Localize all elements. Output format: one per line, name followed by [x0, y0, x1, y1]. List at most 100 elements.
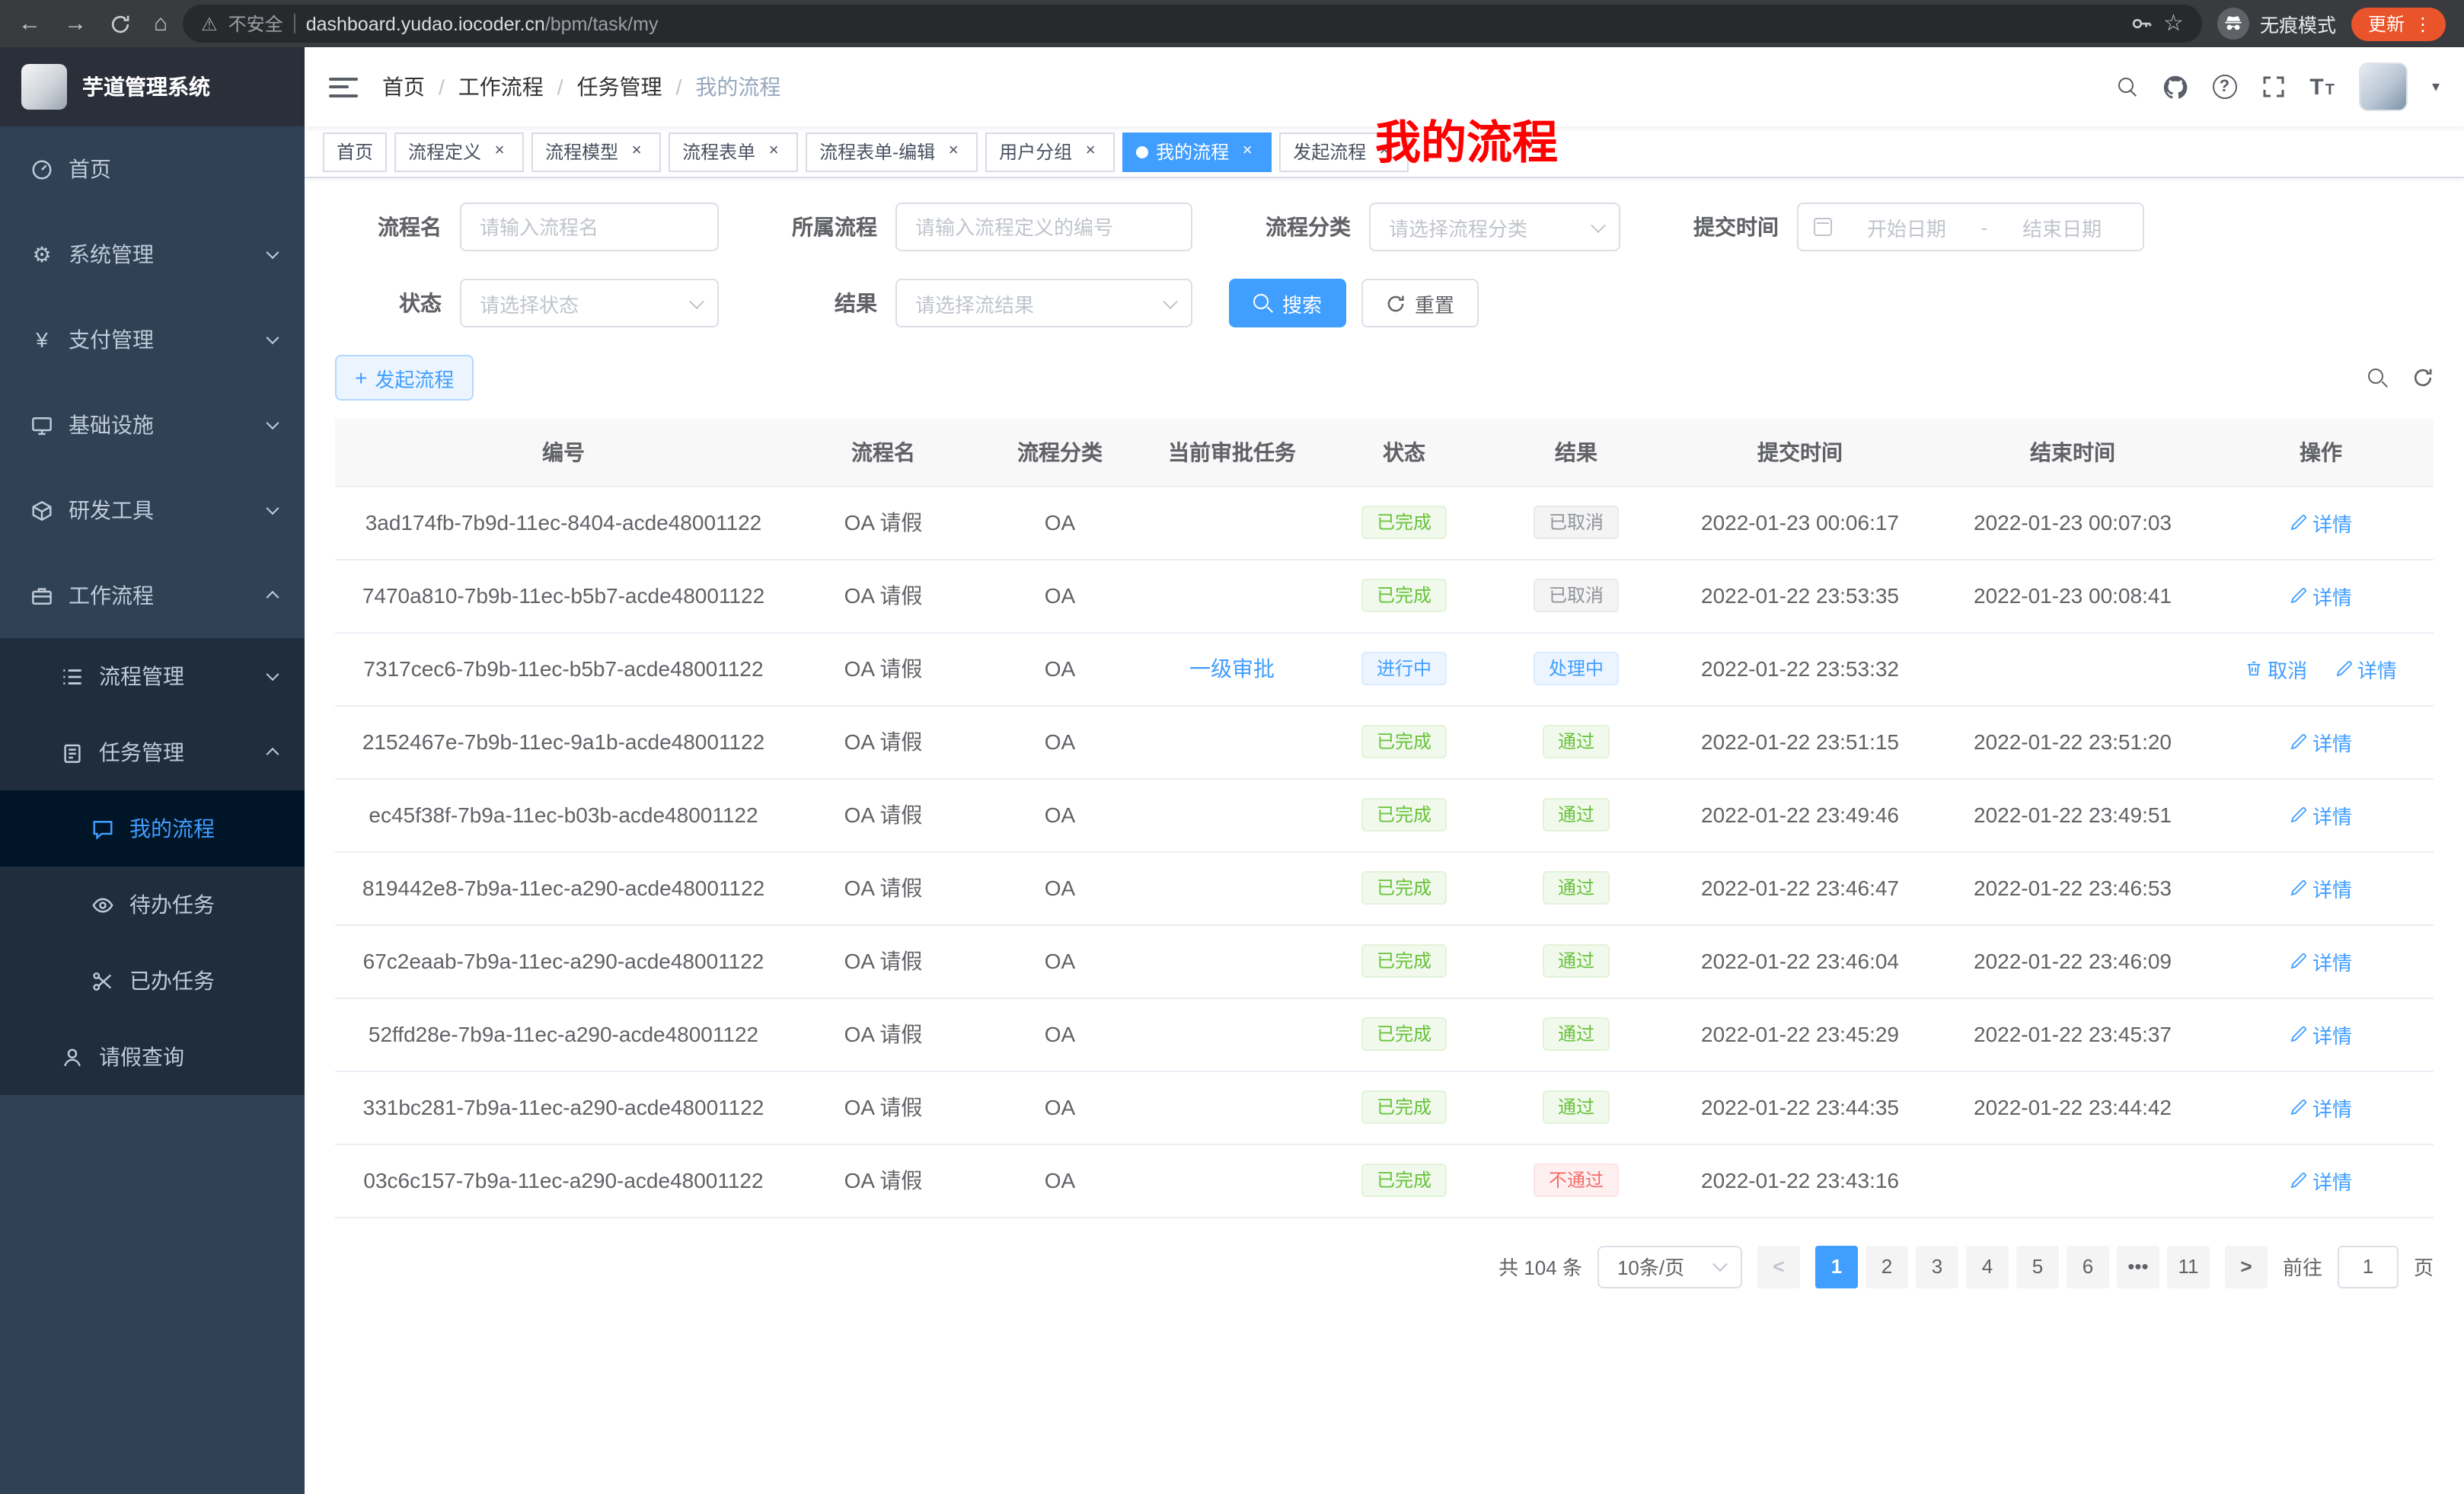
create-process-button[interactable]: +发起流程 [335, 355, 474, 401]
tab-item[interactable]: 流程定义 × [394, 132, 524, 171]
sidebar-item-workflow[interactable]: 工作流程 [0, 553, 305, 638]
page-size-select[interactable]: 10条/页 [1597, 1245, 1742, 1288]
detail-link[interactable]: 详情 [2290, 508, 2352, 537]
tab-item[interactable]: 用户分组 × [985, 132, 1115, 171]
category-select[interactable]: 请选择流程分类 [1369, 203, 1620, 251]
sidebar-item-home[interactable]: 首页 [0, 126, 305, 212]
app-logo-image [21, 64, 67, 110]
sidebar-item-task-mgmt[interactable]: 任务管理 [0, 714, 305, 790]
forward-icon[interactable]: → [64, 12, 87, 35]
status-select[interactable]: 请选择状态 [460, 279, 719, 327]
cancel-link[interactable]: 取消 [2245, 654, 2307, 683]
sidebar-item-my-process[interactable]: 我的流程 [0, 790, 305, 867]
cell-actions: 取消 详情 [2208, 632, 2434, 705]
pager-prev-button[interactable]: < [1757, 1245, 1800, 1288]
tab-item[interactable]: 首页 [323, 132, 387, 171]
status-tag: 已完成 [1361, 506, 1447, 539]
browser-menu-icon[interactable]: ⋮ [2414, 13, 2437, 34]
cell-actions: 详情 [2208, 559, 2434, 632]
pager-page-button[interactable]: 1 [1815, 1245, 1858, 1288]
cell-current-task [1145, 1144, 1319, 1217]
result-tag: 处理中 [1534, 652, 1619, 685]
search-icon[interactable] [2118, 77, 2137, 97]
font-size-icon[interactable]: TT [2309, 74, 2335, 100]
pager-page-button[interactable]: 3 [1916, 1245, 1958, 1288]
update-button[interactable]: 更新 ⋮ [2351, 7, 2446, 40]
cell-submit-time: 2022-01-22 23:45:29 [1663, 998, 1937, 1071]
sidebar-item-system[interactable]: ⚙ 系统管理 [0, 212, 305, 297]
pager-page-button[interactable]: 11 [2167, 1245, 2210, 1288]
result-tag: 通过 [1543, 725, 1610, 758]
col-category: 流程分类 [975, 419, 1145, 486]
app-logo: 芋道管理系统 [0, 47, 305, 126]
detail-link[interactable]: 详情 [2290, 1093, 2352, 1122]
tab-close-icon[interactable]: × [1080, 141, 1101, 162]
tab-label: 流程定义 [408, 139, 481, 164]
tab-item[interactable]: 流程模型 × [531, 132, 661, 171]
fullscreen-icon[interactable] [2261, 75, 2285, 99]
current-task-link[interactable]: 一级审批 [1189, 656, 1275, 681]
sidebar-item-leave-query[interactable]: 请假查询 [0, 1019, 305, 1095]
pager-next-button[interactable]: > [2225, 1245, 2268, 1288]
detail-link[interactable]: 详情 [2290, 947, 2352, 975]
refresh-icon[interactable] [2412, 367, 2434, 388]
result-tag: 通过 [1543, 798, 1610, 832]
tab-close-icon[interactable]: × [763, 141, 784, 162]
avatar[interactable] [2359, 62, 2408, 111]
col-submit-time: 提交时间 [1663, 419, 1937, 486]
help-icon[interactable]: ? [2212, 75, 2236, 99]
detail-link[interactable]: 详情 [2290, 800, 2352, 829]
tab-close-icon[interactable]: × [1237, 141, 1258, 162]
sidebar-item-devtools[interactable]: 研发工具 [0, 468, 305, 553]
pager-page-button[interactable]: 5 [2016, 1245, 2059, 1288]
breadcrumb-separator: / [439, 75, 445, 99]
detail-link[interactable]: 详情 [2290, 581, 2352, 610]
sidebar-item-infra[interactable]: 基础设施 [0, 382, 305, 468]
cell-current-task [1145, 705, 1319, 778]
tab-item[interactable]: 我的流程 × [1122, 132, 1272, 171]
pager-page-button[interactable]: 2 [1866, 1245, 1908, 1288]
pager-page-button[interactable]: 4 [1966, 1245, 2009, 1288]
avatar-caret-icon[interactable]: ▾ [2432, 78, 2440, 95]
sidebar-item-done-tasks[interactable]: 已办任务 [0, 943, 305, 1019]
address-bar[interactable]: ⚠ 不安全 dashboard.yudao.iocoder.cn/bpm/tas… [183, 5, 2202, 43]
result-tag: 通过 [1543, 1090, 1610, 1124]
goto-page-input[interactable] [2338, 1245, 2399, 1288]
submit-time-range-picker[interactable]: 开始日期 - 结束日期 [1797, 203, 2144, 251]
pager-page-button[interactable]: 6 [2067, 1245, 2109, 1288]
tab-item[interactable]: 流程表单-编辑 × [806, 132, 978, 171]
browser-home-icon[interactable]: ⌂ [154, 12, 168, 35]
reset-button[interactable]: 重置 [1361, 279, 1479, 327]
back-icon[interactable]: ← [18, 12, 41, 35]
detail-link[interactable]: 详情 [2335, 654, 2397, 683]
detail-link[interactable]: 详情 [2290, 1020, 2352, 1049]
toggle-search-icon[interactable] [2368, 368, 2388, 388]
hamburger-icon[interactable] [329, 77, 358, 97]
breadcrumb-workflow[interactable]: 工作流程 [458, 72, 544, 102]
detail-link[interactable]: 详情 [2290, 1166, 2352, 1195]
dashboard-icon [30, 158, 53, 180]
sidebar-item-process-mgmt[interactable]: 流程管理 [0, 638, 305, 714]
password-key-icon[interactable] [2130, 12, 2153, 35]
bookmark-star-icon[interactable]: ☆ [2163, 12, 2184, 35]
process-key-input[interactable] [895, 203, 1192, 251]
tab-close-icon[interactable]: × [489, 141, 510, 162]
reload-icon[interactable] [110, 13, 131, 34]
tab-close-icon[interactable]: × [626, 141, 647, 162]
result-select[interactable]: 请选择流结果 [895, 279, 1192, 327]
detail-link[interactable]: 详情 [2290, 727, 2352, 756]
cell-submit-time: 2022-01-22 23:46:04 [1663, 924, 1937, 998]
search-button[interactable]: 搜索 [1229, 279, 1346, 327]
process-name-input[interactable] [460, 203, 719, 251]
pager-more-button[interactable]: ••• [2117, 1245, 2159, 1288]
github-icon[interactable] [2162, 74, 2188, 100]
sidebar-item-payment[interactable]: ¥ 支付管理 [0, 297, 305, 382]
status-tag: 已完成 [1361, 871, 1447, 905]
tab-item[interactable]: 流程表单 × [669, 132, 798, 171]
breadcrumb-task-mgmt[interactable]: 任务管理 [577, 72, 662, 102]
tab-close-icon[interactable]: × [943, 141, 964, 162]
breadcrumb-home[interactable]: 首页 [382, 72, 425, 102]
sidebar-item-todo-tasks[interactable]: 待办任务 [0, 867, 305, 943]
cell-end-time: 2022-01-22 23:46:09 [1937, 924, 2208, 998]
detail-link[interactable]: 详情 [2290, 873, 2352, 902]
